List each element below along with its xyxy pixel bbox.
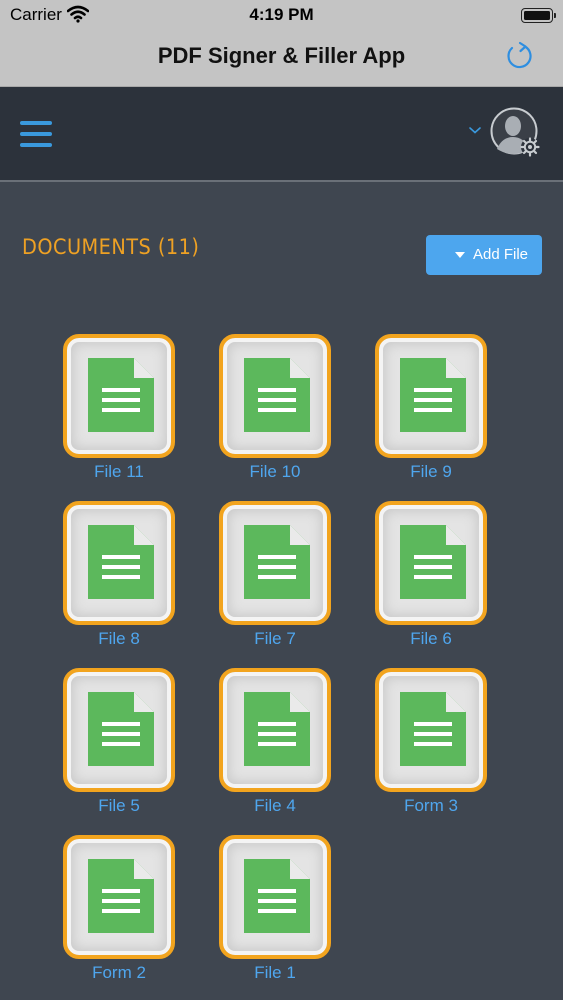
document-icon — [88, 692, 154, 766]
document-icon — [88, 859, 154, 933]
file-name: File 9 — [410, 462, 452, 481]
document-icon — [400, 692, 466, 766]
refresh-icon[interactable] — [505, 40, 535, 72]
document-icon — [244, 525, 310, 599]
file-name: File 11 — [94, 462, 144, 481]
file-name: File 10 — [249, 462, 301, 481]
top-toolbar — [0, 87, 563, 182]
document-icon — [244, 859, 310, 933]
add-file-button[interactable]: Add File — [426, 235, 542, 275]
battery-icon — [521, 8, 556, 23]
document-icon — [88, 525, 154, 599]
user-avatar-settings-icon[interactable] — [490, 107, 542, 159]
hamburger-menu-icon[interactable] — [20, 121, 52, 147]
document-icon — [88, 358, 154, 432]
document-icon — [400, 358, 466, 432]
status-bar: Carrier 4:19 PM — [0, 0, 563, 30]
file-name: Form 3 — [404, 796, 458, 815]
file-name: File 1 — [254, 963, 296, 982]
file-thumbnail — [375, 334, 487, 458]
caret-down-icon — [455, 252, 465, 258]
file-thumbnail — [375, 501, 487, 625]
app-title: PDF Signer & Filler App — [157, 43, 406, 68]
file-thumbnail — [63, 334, 175, 458]
file-name: File 5 — [98, 796, 140, 815]
file-name: File 4 — [254, 796, 296, 815]
file-thumbnail — [63, 668, 175, 792]
file-thumbnail — [375, 668, 487, 792]
file-thumbnail — [219, 334, 331, 458]
chevron-down-icon[interactable] — [468, 125, 482, 135]
documents-heading: DOCUMENTS (11) — [22, 235, 200, 259]
document-icon — [244, 692, 310, 766]
file-name: Form 2 — [92, 963, 146, 982]
file-name: File 8 — [98, 629, 140, 648]
add-file-label: Add File — [473, 246, 529, 263]
navigation-bar: PDF Signer & Filler App — [0, 30, 563, 87]
file-thumbnail — [219, 835, 331, 959]
file-thumbnail — [63, 501, 175, 625]
file-name: File 7 — [254, 629, 296, 648]
document-icon — [244, 358, 310, 432]
file-thumbnail — [219, 501, 331, 625]
file-thumbnail — [219, 668, 331, 792]
document-icon — [400, 525, 466, 599]
file-thumbnail — [63, 835, 175, 959]
file-name: File 6 — [410, 629, 452, 648]
status-time: 4:19 PM — [249, 5, 314, 24]
